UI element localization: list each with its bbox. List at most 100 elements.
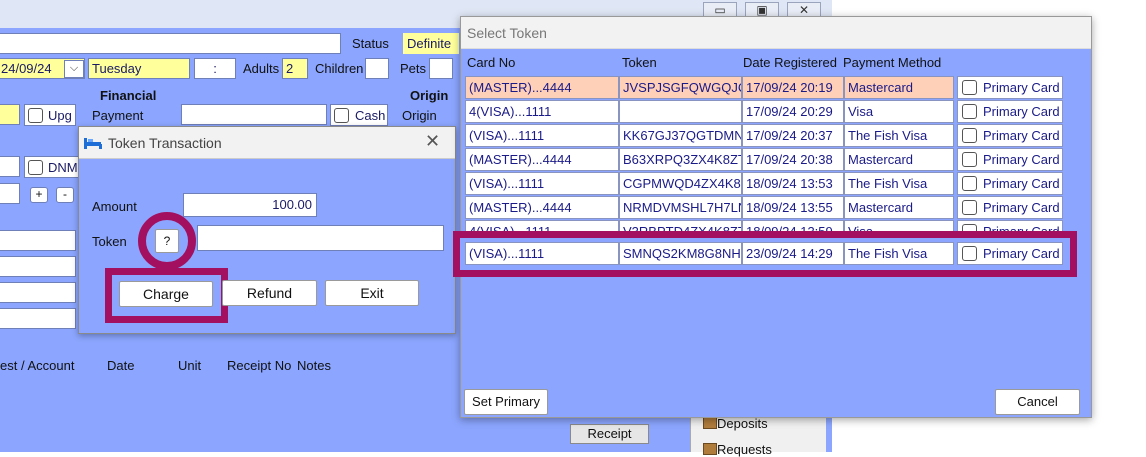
primary-card-checkbox[interactable]: Primary Card <box>957 76 1063 99</box>
primary-card-checkbox[interactable]: Primary Card <box>957 172 1063 195</box>
requests-menu-item[interactable]: Requests <box>703 442 772 457</box>
token-cell <box>619 100 742 123</box>
chevron-down-icon[interactable]: ⌵ <box>64 60 84 78</box>
adults-field[interactable]: 2 <box>282 58 308 79</box>
card-cell: (VISA)...1111 <box>465 124 619 147</box>
table-row[interactable]: (MASTER)...4444 B63XRPQ3ZX4K8ZT 17/09/24… <box>465 148 1065 171</box>
token-cell: KK67GJ37QGTDMNT <box>619 124 742 147</box>
token-cell: CGPMWQD4ZX4K8Z <box>619 172 742 195</box>
receipt-button[interactable]: Receipt <box>570 424 649 444</box>
token-label: Token <box>92 234 127 249</box>
charge-button[interactable]: Charge <box>119 281 213 307</box>
booking-name-field[interactable] <box>0 33 341 54</box>
minus-button[interactable]: - <box>56 187 74 203</box>
method-cell: Mastercard <box>844 76 954 99</box>
primary-card-checkbox[interactable]: Primary Card <box>957 242 1063 265</box>
card-cell: (MASTER)...4444 <box>465 148 619 171</box>
date-cell: 17/09/24 20:37 <box>742 124 844 147</box>
token-field[interactable] <box>197 225 444 251</box>
token-cell: JVSPJSGFQWGQJC <box>619 76 742 99</box>
pets-label: Pets <box>400 61 427 76</box>
token-cell: NRMDVMSHL7H7LN <box>619 196 742 219</box>
primary-card-checkbox[interactable]: Primary Card <box>957 148 1063 171</box>
token-transaction-title: Token Transaction <box>108 135 222 151</box>
upg-checkbox[interactable]: Upg <box>24 104 76 126</box>
card-cell: (MASTER)...4444 <box>465 196 619 219</box>
column-card-no: Card No <box>467 55 516 70</box>
payment-field[interactable] <box>181 104 327 125</box>
upg-field[interactable] <box>0 104 20 125</box>
dnm-label: DNM <box>48 160 78 175</box>
date-cell: 23/09/24 14:29 <box>742 242 844 265</box>
method-cell: Visa <box>844 100 954 123</box>
side-field-2[interactable] <box>0 256 76 277</box>
cancel-button[interactable]: Cancel <box>995 389 1080 415</box>
cash-check-icon <box>334 108 349 123</box>
exit-button[interactable]: Exit <box>325 280 419 306</box>
plus-button[interactable]: + <box>30 187 48 203</box>
children-label: Children <box>315 61 364 76</box>
time-field[interactable]: : <box>194 58 236 79</box>
method-cell: The Fish Visa <box>844 172 954 195</box>
day-field: Tuesday <box>88 58 190 79</box>
financial-header: Financial <box>100 88 157 103</box>
token-transaction-titlebar: Token Transaction ✕ <box>79 127 455 159</box>
table-row[interactable]: (VISA)...1111 KK67GJ37QGTDMNT 17/09/24 2… <box>465 124 1065 147</box>
date-cell: 18/09/24 13:53 <box>742 172 844 195</box>
table-row[interactable]: 4(VISA)...1111 17/09/24 20:29 Visa Prima… <box>465 100 1065 123</box>
list-header-account: est / Account <box>0 358 75 373</box>
dnm-checkbox[interactable]: DNM <box>24 156 80 178</box>
requests-icon <box>703 443 717 455</box>
adults-label: Adults <box>243 61 280 76</box>
deposits-menu-item[interactable]: Deposits <box>703 416 768 431</box>
payment-label: Payment <box>92 108 144 123</box>
status-value: Definite <box>403 33 459 54</box>
select-token-title: Select Token <box>467 25 547 41</box>
origin-header: Origin <box>410 88 449 103</box>
children-field[interactable] <box>365 58 389 79</box>
method-cell: Mastercard <box>844 196 954 219</box>
cash-label: Cash <box>355 108 386 123</box>
card-cell: (VISA)...1111 <box>465 242 619 265</box>
date-cell: 17/09/24 20:38 <box>742 148 844 171</box>
status-label: Status <box>352 36 389 51</box>
amount-label: Amount <box>92 199 137 214</box>
primary-card-label: Primary Card <box>983 176 1060 191</box>
cash-checkbox[interactable]: Cash <box>330 104 388 126</box>
pets-field[interactable] <box>429 58 453 79</box>
primary-card-checkbox[interactable]: Primary Card <box>957 124 1063 147</box>
column-date-registered: Date Registered <box>743 55 837 70</box>
primary-card-checkbox[interactable]: Primary Card <box>957 196 1063 219</box>
checkbox-icon <box>962 128 977 143</box>
checkbox-icon <box>962 80 977 95</box>
side-field-1[interactable] <box>0 230 76 251</box>
side-field-4[interactable] <box>0 308 76 329</box>
date-cell: 17/09/24 20:19 <box>742 76 844 99</box>
checkbox-icon <box>962 200 977 215</box>
checkbox-icon <box>962 104 977 119</box>
primary-card-checkbox[interactable]: Primary Card <box>957 100 1063 123</box>
primary-card-label: Primary Card <box>983 80 1060 95</box>
checkbox-icon <box>962 152 977 167</box>
token-cell: B63XRPQ3ZX4K8ZT <box>619 148 742 171</box>
table-row[interactable]: (VISA)...1111 CGPMWQD4ZX4K8Z 18/09/24 13… <box>465 172 1065 195</box>
date-cell: 17/09/24 20:29 <box>742 100 844 123</box>
refund-button[interactable]: Refund <box>222 280 317 306</box>
dnm-check-icon <box>28 160 43 175</box>
table-row[interactable]: (MASTER)...4444 JVSPJSGFQWGQJC 17/09/24 … <box>465 76 1065 99</box>
list-header-notes: Notes <box>297 358 331 373</box>
dnm-field[interactable] <box>0 156 20 177</box>
table-row[interactable]: (MASTER)...4444 NRMDVMSHL7H7LN 18/09/24 … <box>465 196 1065 219</box>
origin-label: Origin <box>402 108 437 123</box>
close-icon[interactable]: ✕ <box>425 131 440 152</box>
table-row-selected[interactable]: (VISA)...1111 SMNQS2KM8G8NHS 23/09/24 14… <box>465 242 1065 265</box>
primary-card-label: Primary Card <box>983 128 1060 143</box>
token-lookup-button[interactable]: ? <box>155 229 179 253</box>
side-field-3[interactable] <box>0 282 76 303</box>
counter-field[interactable] <box>0 183 20 204</box>
set-primary-button[interactable]: Set Primary <box>464 389 548 415</box>
bed-icon <box>83 136 103 150</box>
date-cell: 18/09/24 13:55 <box>742 196 844 219</box>
amount-field[interactable]: 100.00 <box>183 193 317 217</box>
column-payment-method: Payment Method <box>843 55 942 70</box>
